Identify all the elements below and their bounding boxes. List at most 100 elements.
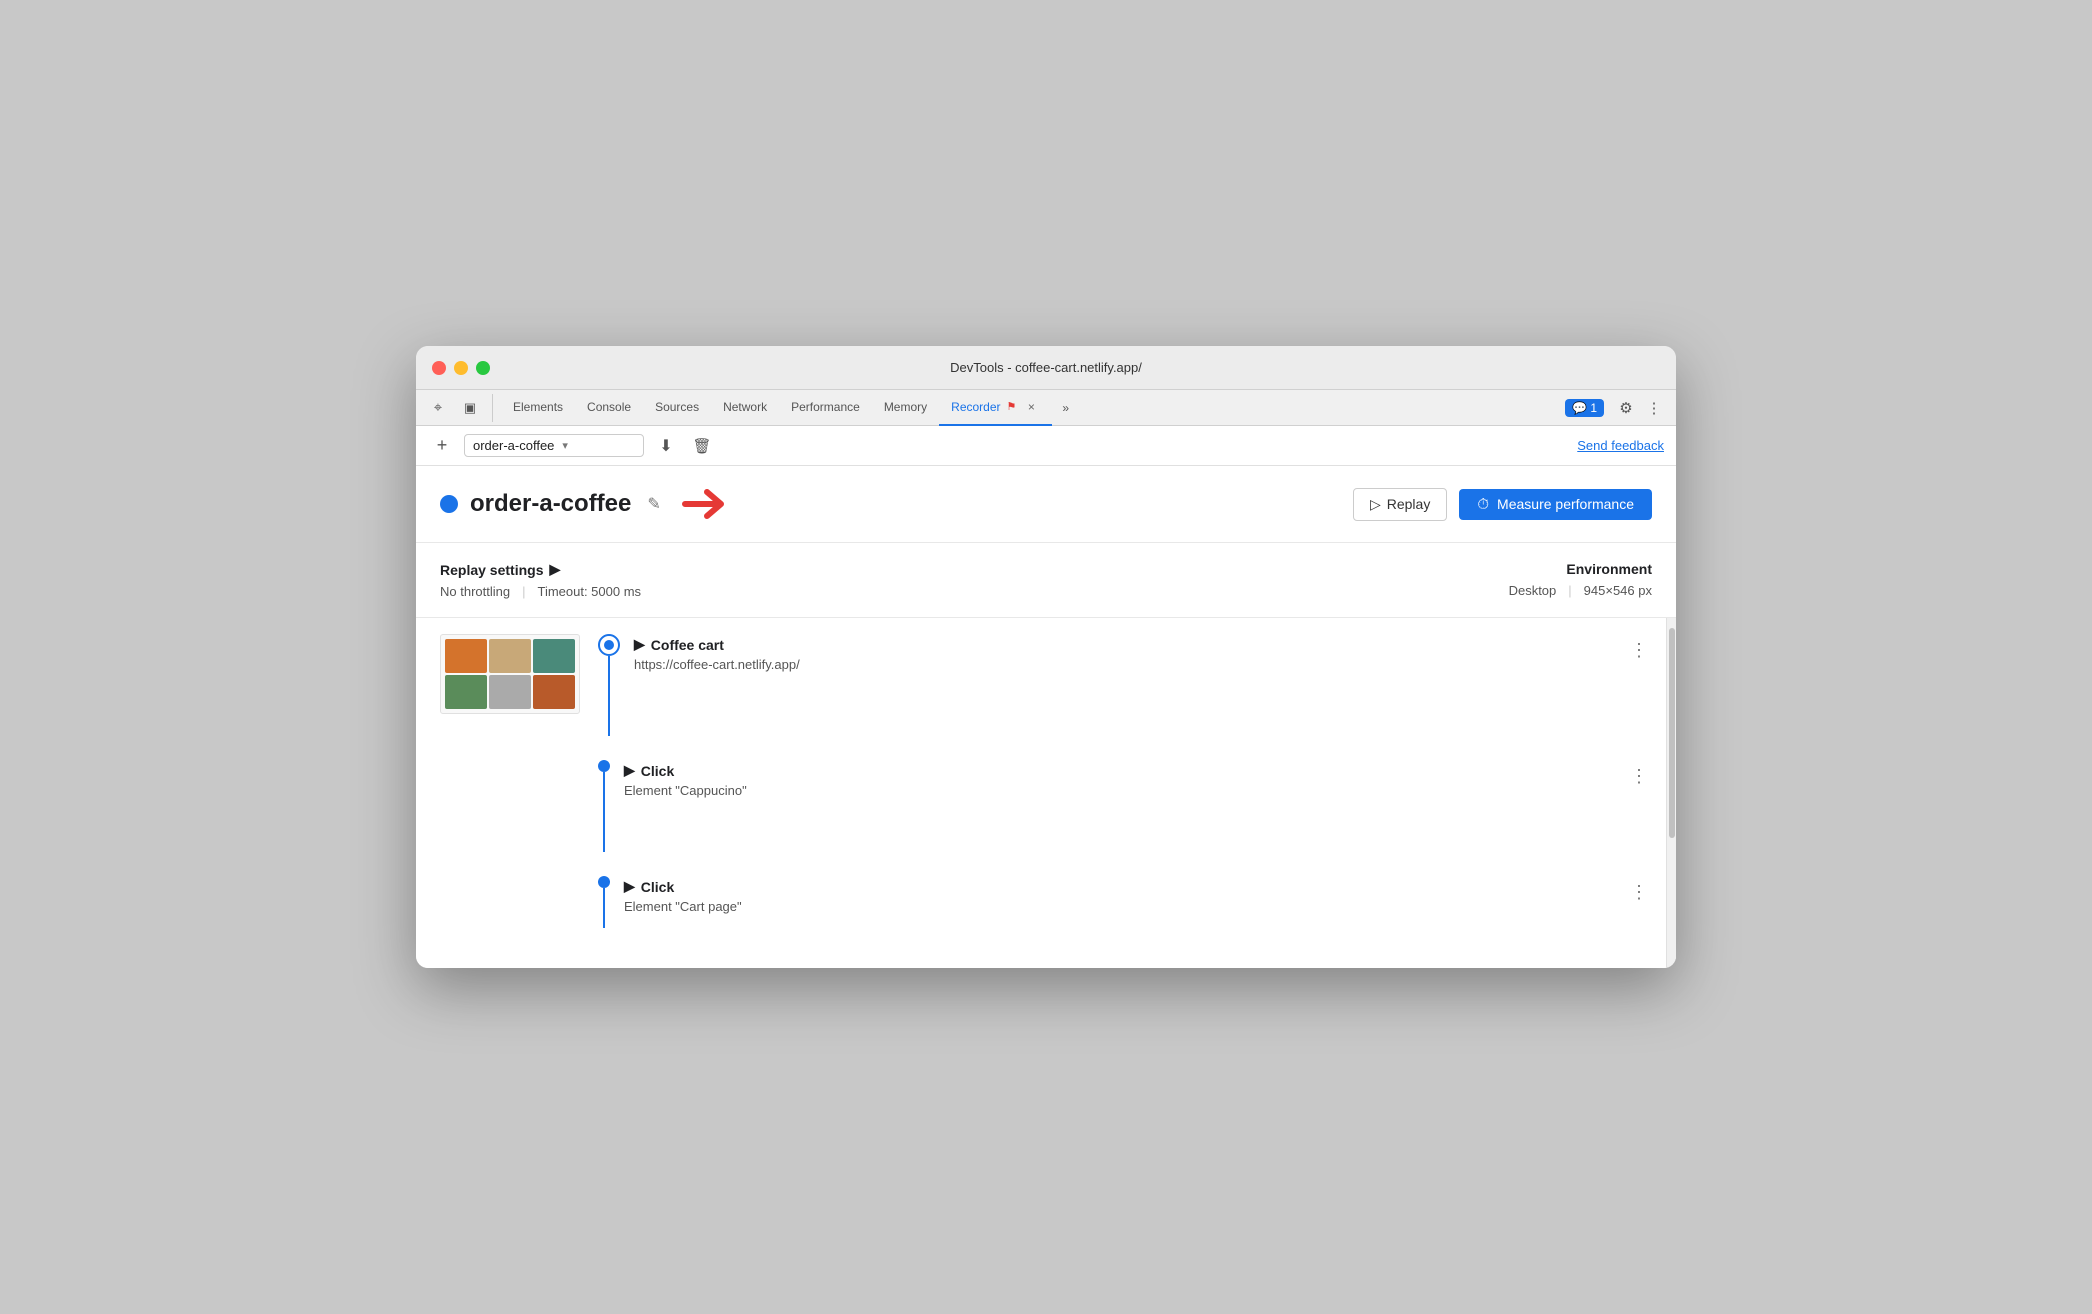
devtools-window: DevTools - coffee-cart.netlify.app/ ⌖ ▣ … xyxy=(416,346,1676,968)
timeout-label: Timeout: 5000 ms xyxy=(537,584,641,599)
minimize-button[interactable] xyxy=(454,361,468,375)
step-title-2[interactable]: ▶ Click xyxy=(624,762,1626,779)
step-expand-icon-3: ▶ xyxy=(624,878,635,895)
step-title-3[interactable]: ▶ Click xyxy=(624,878,1626,895)
tab-performance[interactable]: Performance xyxy=(779,390,872,426)
recording-header: order-a-coffee ✎ ▷ Replay ⏱ Measure perf… xyxy=(416,466,1676,543)
recording-selector[interactable]: order-a-coffee ▾ xyxy=(464,434,644,457)
gear-icon: ⚙ xyxy=(1619,399,1632,417)
export-btn[interactable]: ⬇ xyxy=(652,432,680,460)
device-icon-btn[interactable]: ▣ xyxy=(456,394,484,422)
step-thumbnail-wrapper xyxy=(440,634,590,736)
step-thumbnail xyxy=(440,634,580,714)
recorder-close-btn[interactable]: × xyxy=(1022,398,1040,416)
cursor-icon: ⌖ xyxy=(434,399,442,416)
more-tabs-btn[interactable]: » xyxy=(1056,401,1075,415)
add-recording-btn[interactable]: + xyxy=(428,432,456,460)
timeline-line-3 xyxy=(603,888,605,928)
edit-recording-name-btn[interactable]: ✎ xyxy=(643,490,664,518)
more-options-btn[interactable]: ⋮ xyxy=(1640,394,1668,422)
step-more-btn[interactable]: ⋮ xyxy=(1626,636,1652,665)
play-icon: ▷ xyxy=(1370,496,1381,513)
step-more-btn-2[interactable]: ⋮ xyxy=(1626,762,1652,791)
thumb-cell-4 xyxy=(445,675,487,709)
measure-label: Measure performance xyxy=(1497,496,1634,512)
step-content: ▶ Coffee cart https://coffee-cart.netlif… xyxy=(634,634,1652,736)
thumb-cell-2 xyxy=(489,639,531,673)
scrollbar-thumb[interactable] xyxy=(1669,628,1675,838)
step-no-thumbnail-3 xyxy=(440,876,590,928)
export-icon: ⬇ xyxy=(659,436,672,456)
steps-container: ▶ Coffee cart https://coffee-cart.netlif… xyxy=(416,618,1676,968)
step-row-3: ▶ Click Element "Cart page" ⋮ xyxy=(624,878,1652,914)
measure-performance-btn[interactable]: ⏱ Measure performance xyxy=(1459,489,1652,520)
step-more-btn-3[interactable]: ⋮ xyxy=(1626,878,1652,907)
env-name: Desktop xyxy=(1509,583,1557,598)
delete-btn[interactable]: 🗑 xyxy=(688,432,716,460)
step-name-2: Click xyxy=(641,763,674,779)
step-title[interactable]: ▶ Coffee cart xyxy=(634,636,1626,653)
more-vert-icon-3: ⋮ xyxy=(1630,882,1648,903)
tab-elements[interactable]: Elements xyxy=(501,390,575,426)
step-row-2: ▶ Click Element "Cappucino" ⋮ xyxy=(624,762,1652,798)
tab-network[interactable]: Network xyxy=(711,390,779,426)
step-item: ▶ Click Element "Cappucino" ⋮ xyxy=(440,760,1652,852)
step-url: https://coffee-cart.netlify.app/ xyxy=(634,657,1626,672)
close-button[interactable] xyxy=(432,361,446,375)
step-name-3: Click xyxy=(641,879,674,895)
step-content-2: ▶ Click Element "Cappucino" ⋮ xyxy=(624,760,1652,852)
record-icon: ⚑ xyxy=(1007,400,1017,413)
step-dot xyxy=(598,760,610,772)
send-feedback-link[interactable]: Send feedback xyxy=(1577,438,1664,453)
chat-badge[interactable]: 💬 1 xyxy=(1565,399,1604,417)
device-icon: ▣ xyxy=(464,400,476,416)
step-detail-3: Element "Cart page" xyxy=(624,899,1626,914)
recorder-toolbar: + order-a-coffee ▾ ⬇ 🗑 Send feedback xyxy=(416,426,1676,466)
replay-btn[interactable]: ▷ Replay xyxy=(1353,488,1447,521)
window-controls xyxy=(432,361,490,375)
step-timeline xyxy=(598,634,620,736)
step-expand-icon: ▶ xyxy=(634,636,645,653)
recording-name-label: order-a-coffee xyxy=(473,438,554,453)
environment-details: Desktop | 945×546 px xyxy=(1509,583,1652,598)
tab-recorder[interactable]: Recorder ⚑ × xyxy=(939,390,1052,426)
red-arrow-indicator xyxy=(677,484,737,524)
step-circle xyxy=(598,634,620,656)
expand-icon: ▶ xyxy=(549,561,560,578)
ellipsis-icon: ⋮ xyxy=(1647,399,1662,417)
timeline-line xyxy=(608,656,610,736)
step-dot-3 xyxy=(598,876,610,888)
main-content: order-a-coffee ✎ ▷ Replay ⏱ Measure perf… xyxy=(416,466,1676,968)
env-size: 945×546 px xyxy=(1584,583,1652,598)
tab-sources[interactable]: Sources xyxy=(643,390,711,426)
pencil-icon: ✎ xyxy=(647,494,660,514)
recorder-label: Recorder xyxy=(951,400,1000,414)
replay-label: Replay xyxy=(1387,496,1431,512)
dropdown-arrow-icon: ▾ xyxy=(562,439,568,452)
divider: | xyxy=(522,584,525,599)
cursor-icon-btn[interactable]: ⌖ xyxy=(424,394,452,422)
settings-title-text: Replay settings xyxy=(440,562,543,578)
maximize-button[interactable] xyxy=(476,361,490,375)
recording-title: order-a-coffee xyxy=(470,490,631,518)
environment-title: Environment xyxy=(1509,561,1652,577)
step-timeline-2 xyxy=(598,760,610,852)
scrollbar-track[interactable] xyxy=(1666,618,1676,968)
step-item: ▶ Click Element "Cart page" ⋮ xyxy=(440,876,1652,928)
tab-icon-group: ⌖ ▣ xyxy=(424,394,493,422)
settings-icon-btn[interactable]: ⚙ xyxy=(1612,394,1640,422)
steps-list: ▶ Coffee cart https://coffee-cart.netlif… xyxy=(416,618,1676,968)
step-no-thumbnail xyxy=(440,760,590,852)
measure-icon: ⏱ xyxy=(1477,496,1489,513)
step-detail-2: Element "Cappucino" xyxy=(624,783,1626,798)
divider2: | xyxy=(1568,583,1571,598)
throttling-label: No throttling xyxy=(440,584,510,599)
step-content-3: ▶ Click Element "Cart page" ⋮ xyxy=(624,876,1652,928)
thumb-cell-5 xyxy=(489,675,531,709)
titlebar: DevTools - coffee-cart.netlify.app/ xyxy=(416,346,1676,390)
settings-details: No throttling | Timeout: 5000 ms xyxy=(440,584,641,599)
tab-console[interactable]: Console xyxy=(575,390,643,426)
replay-settings-title[interactable]: Replay settings ▶ xyxy=(440,561,641,578)
tab-memory[interactable]: Memory xyxy=(872,390,939,426)
thumb-cell-6 xyxy=(533,675,575,709)
